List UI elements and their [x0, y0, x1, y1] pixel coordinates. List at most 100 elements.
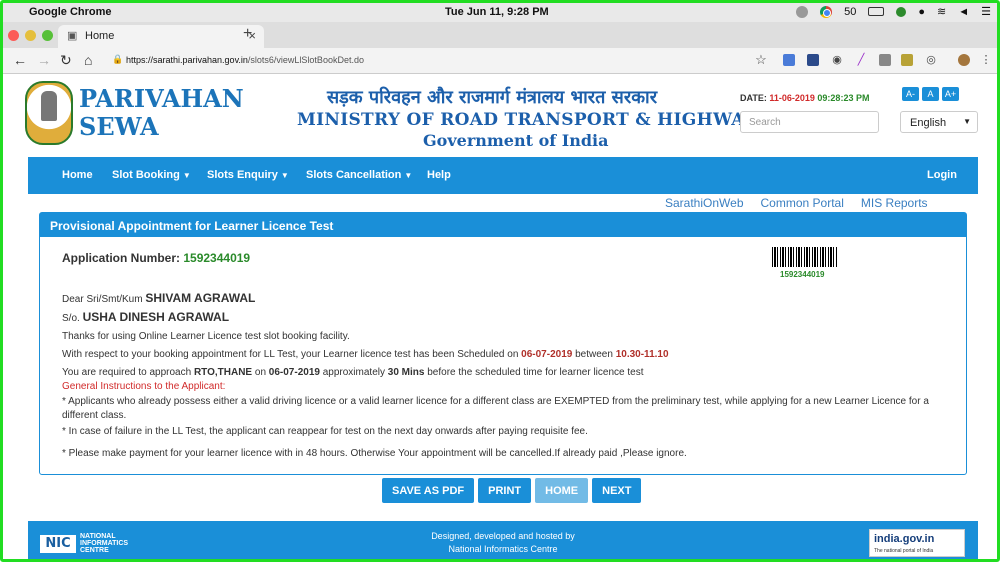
- nav-slots-cancellation[interactable]: Slots Cancellation ▼: [306, 169, 412, 181]
- font-normal-button[interactable]: A: [922, 87, 939, 101]
- pen-icon[interactable]: ╱: [855, 54, 867, 66]
- india-gov-link[interactable]: india.gov.in The national portal of Indi…: [869, 529, 965, 557]
- salutation-line: Dear Sri/Smt/Kum SHIVAM AGRAWAL: [62, 291, 256, 305]
- barcode-number: 1592344019: [780, 270, 825, 279]
- url-path: /slots6/viewLlSlotBookDet.do: [247, 55, 364, 65]
- window-controls: [8, 30, 53, 41]
- parivahan-brand[interactable]: PARIVAHAN SEWA: [79, 85, 244, 141]
- battery-icon[interactable]: [868, 7, 885, 16]
- india-gov-subtitle: The national portal of India: [874, 548, 934, 554]
- nav-help[interactable]: Help: [427, 169, 451, 181]
- government-title: Government of India: [423, 131, 609, 150]
- lock-icon[interactable]: 🔒: [112, 54, 123, 65]
- browser-tab[interactable]: ▣ Home ×: [58, 25, 264, 48]
- system-tray: 50 ● ≋ ◄ ☰: [796, 5, 991, 18]
- nav-login[interactable]: Login: [927, 169, 957, 181]
- save-as-pdf-button[interactable]: SAVE AS PDF: [382, 478, 475, 503]
- app-name[interactable]: Google Chrome: [29, 6, 112, 18]
- national-emblem-logo: [25, 81, 73, 145]
- extension-icon[interactable]: [796, 5, 809, 18]
- language-select[interactable]: English ▼: [900, 111, 978, 133]
- main-navigation: Home Slot Booking ▼ Slots Enquiry ▼ Slots …: [28, 157, 978, 194]
- site-footer: NIC NATIONAL INFORMATICS CENTRE Designed…: [28, 521, 978, 559]
- close-window-button[interactable]: [8, 30, 19, 41]
- nav-slot-booking[interactable]: Slot Booking ▼: [112, 169, 191, 181]
- extension-icon-3[interactable]: [901, 54, 913, 66]
- nic-logo[interactable]: NIC NATIONAL INFORMATICS CENTRE: [40, 533, 128, 554]
- date-label: DATE:: [740, 93, 767, 103]
- caret-down-icon: ▼: [280, 171, 289, 180]
- portal-links: SarathiOnWeb Common Portal MIS Reports: [665, 196, 928, 210]
- application-number-label: Application Number:: [62, 251, 181, 265]
- screen-frame: Google Chrome Tue Jun 11, 9:28 PM 50 ● ≋…: [0, 0, 1000, 562]
- profile-avatar[interactable]: [958, 54, 970, 66]
- bell-icon[interactable]: ●: [918, 6, 925, 18]
- payment-note: * Please make payment for your learner l…: [62, 448, 687, 459]
- os-menubar: Google Chrome Tue Jun 11, 9:28 PM 50 ● ≋…: [3, 3, 997, 22]
- thanks-line: Thanks for using Online Learner Licence …: [62, 331, 350, 342]
- reload-icon[interactable]: ↻: [60, 52, 72, 69]
- camera-icon[interactable]: ◉: [831, 54, 843, 66]
- print-button[interactable]: PRINT: [478, 478, 532, 503]
- parent-line: S/o. USHA DINESH AGRAWAL: [62, 310, 230, 324]
- page-favicon-icon: ▣: [67, 30, 78, 42]
- brand-line-1: PARIVAHAN: [79, 84, 244, 113]
- language-value: English: [910, 117, 947, 129]
- appointment-panel: Provisional Appointment for Learner Lice…: [39, 212, 967, 475]
- settings-extension-icon[interactable]: ◎: [925, 54, 937, 66]
- wifi-icon[interactable]: ≋: [937, 5, 946, 18]
- page-content: PARIVAHAN SEWA सड़क परिवहन और राजमार्ग म…: [3, 75, 997, 559]
- url-field[interactable]: 🔒 https://sarathi.parivahan.gov.in/slots…: [106, 51, 756, 70]
- tab-strip: ▣ Home × +: [3, 22, 997, 48]
- font-decrease-button[interactable]: A-: [902, 87, 919, 101]
- nic-logo-text: NATIONAL INFORMATICS CENTRE: [80, 533, 129, 554]
- minimize-window-button[interactable]: [25, 30, 36, 41]
- barcode-image: [772, 247, 838, 267]
- link-sarathionweb[interactable]: SarathiOnWeb: [665, 196, 744, 210]
- address-bar-row: ← → ↻ ⌂ 🔒 https://sarathi.parivahan.gov.…: [3, 48, 997, 74]
- application-number-value: 1592344019: [183, 251, 251, 265]
- next-button[interactable]: NEXT: [592, 478, 642, 503]
- translate-icon[interactable]: [783, 54, 795, 66]
- nic-logo-mark: NIC: [40, 534, 76, 553]
- hindi-ministry-title: सड़क परिवहन और राजमार्ग मंत्रालय भारत सर…: [327, 87, 658, 108]
- font-increase-button[interactable]: A+: [942, 87, 959, 101]
- brand-line-2: SEWA: [79, 112, 159, 141]
- url-host: https://sarathi.parivahan.gov.in: [126, 55, 248, 65]
- scheduled-slot: 10.30-11.10: [615, 349, 669, 360]
- rto-name: RTO,THANE: [193, 367, 253, 378]
- bookmark-star-icon[interactable]: ☆: [755, 53, 767, 66]
- search-input[interactable]: Search: [740, 111, 879, 133]
- link-mis-reports[interactable]: MIS Reports: [861, 196, 928, 210]
- approach-date: 06-07-2019: [268, 367, 320, 378]
- schedule-line: With respect to your booking appointment…: [62, 349, 669, 360]
- battery-percent[interactable]: 50: [844, 6, 856, 18]
- tab-title: Home: [85, 30, 115, 42]
- nav-home[interactable]: Home: [62, 169, 93, 181]
- system-clock[interactable]: Tue Jun 11, 9:28 PM: [445, 6, 549, 18]
- chrome-menu-icon[interactable]: ⋮: [980, 54, 992, 66]
- scheduled-date: 06-07-2019: [521, 349, 573, 360]
- date-value: 11-06-2019: [769, 93, 815, 103]
- nav-slots-enquiry[interactable]: Slots Enquiry ▼: [207, 169, 289, 181]
- zoom-window-button[interactable]: [42, 30, 53, 41]
- application-number: Application Number: 1592344019: [62, 251, 250, 265]
- india-gov-title: india.gov.in: [874, 533, 935, 545]
- home-icon[interactable]: ⌂: [84, 52, 92, 68]
- back-icon[interactable]: ←: [13, 52, 27, 68]
- volume-icon[interactable]: ◄: [958, 6, 969, 18]
- extension-chart-icon[interactable]: [807, 54, 819, 66]
- link-common-portal[interactable]: Common Portal: [761, 196, 844, 210]
- new-tab-icon[interactable]: +: [243, 25, 252, 43]
- chrome-icon[interactable]: [820, 5, 833, 18]
- home-button[interactable]: HOME: [535, 478, 589, 503]
- instructions-heading: General Instructions to the Applicant:: [62, 381, 226, 392]
- approach-line: You are required to approach RTO,THANE o…: [62, 367, 644, 378]
- chevron-down-icon: ▼: [963, 117, 971, 126]
- extension-icon-2[interactable]: [879, 54, 891, 66]
- menu-icon[interactable]: ☰: [981, 5, 991, 18]
- ministry-title: MINISTRY OF ROAD TRANSPORT & HIGHWAYS: [297, 110, 769, 130]
- forward-icon[interactable]: →: [37, 52, 51, 68]
- status-icon[interactable]: [896, 6, 907, 17]
- applicant-name: SHIVAM AGRAWAL: [145, 291, 256, 305]
